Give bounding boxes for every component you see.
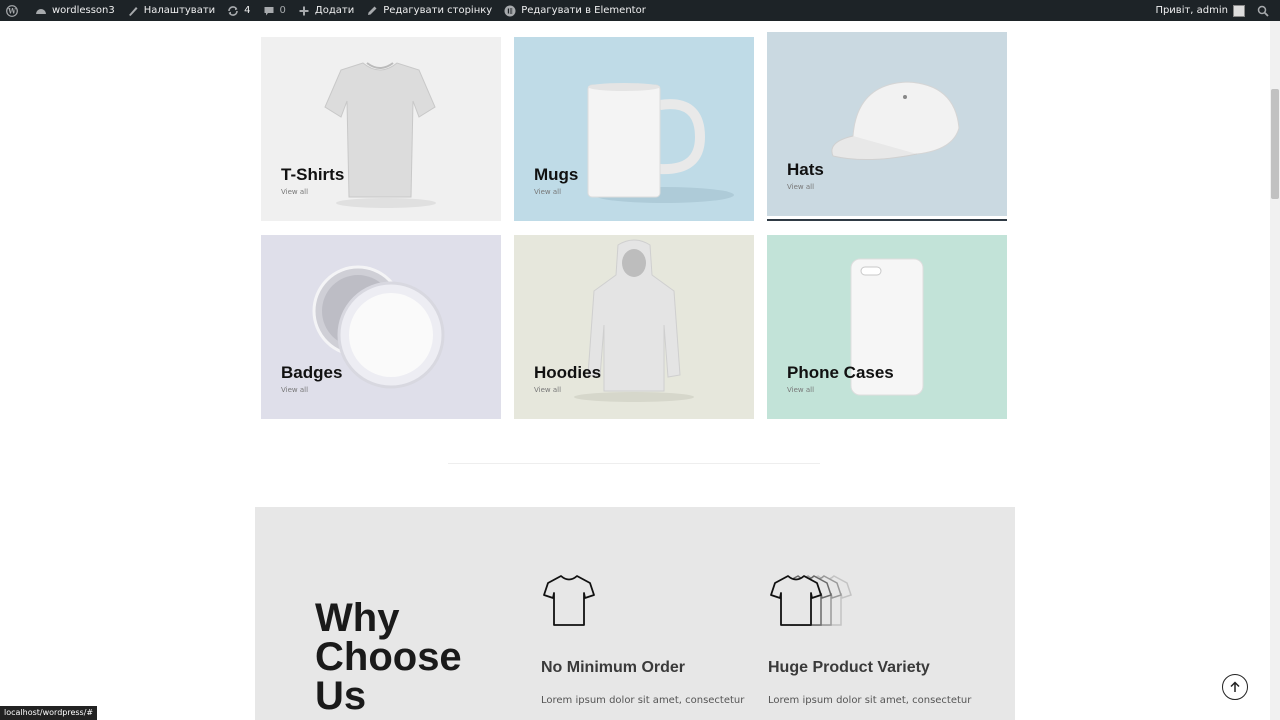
- tshirt-outline-icon: [543, 575, 595, 626]
- wp-admin-bar: W wordlesson3 Налаштувати 4 0 Додати Ред…: [0, 0, 1280, 21]
- brush-icon: [127, 5, 139, 17]
- elementor-icon: [504, 5, 516, 17]
- updates-count: 4: [244, 5, 251, 16]
- section-divider: [448, 463, 820, 464]
- wordpress-logo-icon: W: [6, 4, 18, 17]
- category-title: Phone Cases: [787, 363, 894, 382]
- updates-icon: [227, 5, 239, 17]
- view-all-link[interactable]: View all: [787, 183, 814, 191]
- dashboard-icon: [35, 5, 47, 17]
- view-all-link[interactable]: View all: [281, 386, 308, 394]
- heading-line: Choose: [315, 635, 462, 679]
- category-title: Hats: [787, 160, 824, 179]
- view-all-link[interactable]: View all: [534, 386, 561, 394]
- feature-description: Lorem ipsum dolor sit amet, consectetur: [768, 695, 972, 706]
- scroll-to-top-button[interactable]: [1222, 674, 1248, 700]
- comment-bubble-icon: [263, 5, 275, 17]
- category-card-hats[interactable]: Hats View all: [767, 32, 1007, 216]
- edit-page-label: Редагувати сторінку: [383, 5, 493, 16]
- page-scrollbar[interactable]: [1270, 21, 1280, 720]
- admin-search[interactable]: [1251, 0, 1280, 21]
- view-all-link[interactable]: View all: [281, 188, 308, 196]
- category-title: Mugs: [534, 165, 579, 184]
- category-card-badges[interactable]: Badges View all: [261, 235, 501, 419]
- svg-text:W: W: [7, 6, 16, 15]
- wordpress-logo-menu[interactable]: W: [0, 0, 29, 21]
- comments-count: 0: [279, 5, 286, 16]
- arrow-up-icon: [1230, 681, 1240, 692]
- add-new-label: Додати: [314, 5, 355, 16]
- category-card-phone-cases[interactable]: Phone Cases View all: [767, 235, 1007, 419]
- heading-line: Why: [315, 596, 400, 640]
- pencil-icon: [366, 5, 378, 17]
- category-title: Badges: [281, 363, 343, 382]
- add-new-menu[interactable]: Додати: [292, 0, 360, 21]
- search-icon: [1257, 5, 1269, 17]
- avatar: [1233, 4, 1245, 17]
- edit-page-link[interactable]: Редагувати сторінку: [360, 0, 498, 21]
- category-card-mugs[interactable]: Mugs View all: [514, 37, 754, 221]
- site-name-menu[interactable]: wordlesson3: [29, 0, 121, 21]
- hats-card-underline: [767, 219, 1007, 221]
- greeting-label: Привіт, admin: [1155, 5, 1228, 16]
- feature-title: No Minimum Order: [541, 659, 686, 676]
- comments-link[interactable]: 0: [257, 0, 292, 21]
- feature-no-minimum-order: No Minimum Order Lorem ipsum dolor sit a…: [541, 571, 745, 706]
- site-name-label: wordlesson3: [52, 5, 115, 16]
- why-choose-us-heading: Why Choose Us: [315, 596, 505, 718]
- status-bar-url: localhost/wordpress/#: [0, 706, 98, 720]
- view-all-link[interactable]: View all: [787, 386, 814, 394]
- updates-link[interactable]: 4: [221, 0, 256, 21]
- scrollbar-thumb[interactable]: [1271, 89, 1279, 199]
- customize-label: Налаштувати: [143, 5, 216, 16]
- feature-huge-product-variety: Huge Product Variety Lorem ipsum dolor s…: [768, 571, 972, 706]
- multiple-tshirts-icon: [770, 575, 852, 626]
- category-title: Hoodies: [534, 363, 602, 382]
- heading-line: Us: [315, 674, 367, 718]
- account-menu[interactable]: Привіт, admin: [1149, 0, 1251, 21]
- category-title: T-Shirts: [281, 165, 345, 184]
- edit-elementor-link[interactable]: Редагувати в Elementor: [498, 0, 652, 21]
- view-all-link[interactable]: View all: [534, 188, 561, 196]
- category-card-hoodies[interactable]: Hoodies View all: [514, 235, 754, 419]
- feature-description: Lorem ipsum dolor sit amet, consectetur: [541, 695, 745, 706]
- category-card-tshirts[interactable]: T-Shirts View all: [261, 37, 501, 221]
- feature-title: Huge Product Variety: [768, 659, 930, 676]
- why-choose-us-section: Why Choose Us No Minimum Order Lorem ips…: [255, 507, 1015, 720]
- edit-elementor-label: Редагувати в Elementor: [521, 5, 646, 16]
- plus-icon: [298, 5, 310, 17]
- customize-link[interactable]: Налаштувати: [121, 0, 221, 21]
